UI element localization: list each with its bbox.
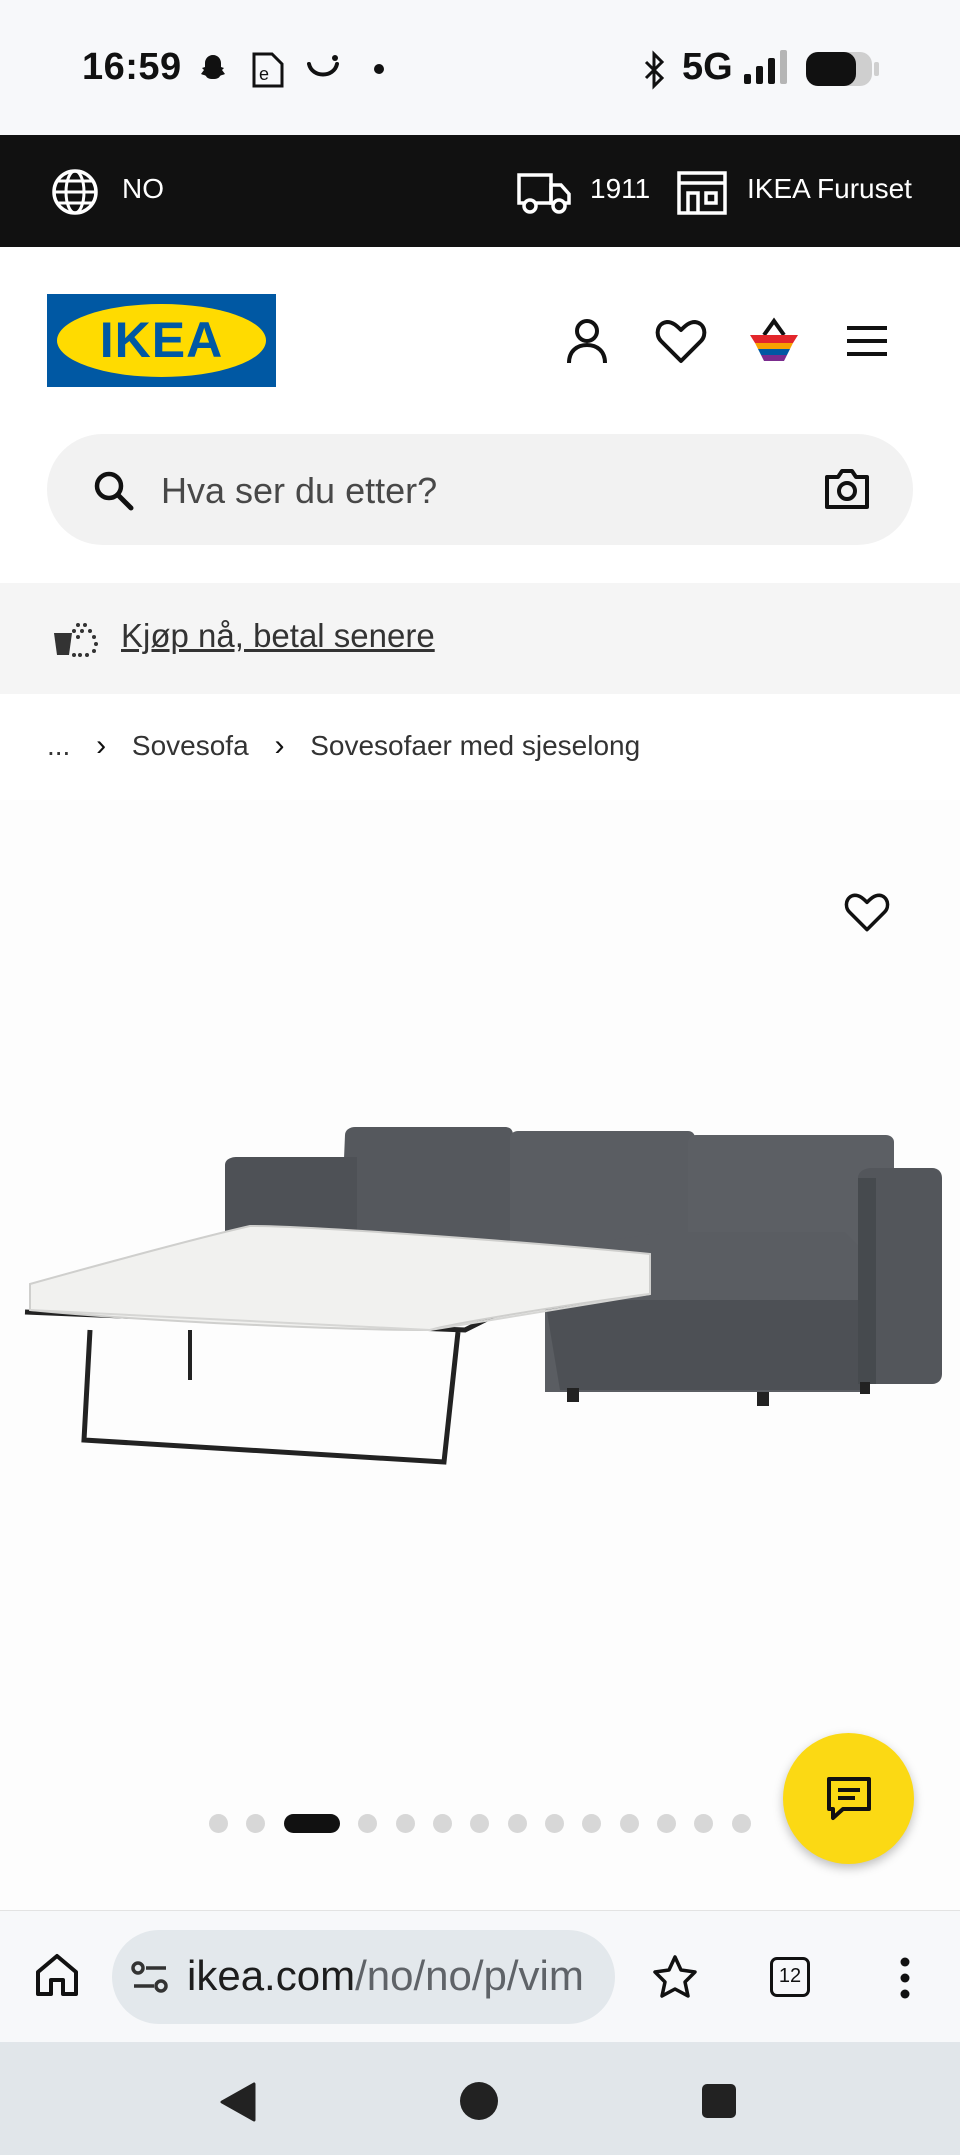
heart-icon[interactable]: [653, 313, 709, 369]
breadcrumb: ... › Sovesofa › Sovesofaer med sjeselon…: [47, 728, 640, 764]
breadcrumb-item-sovesofaer-med-sjeselong[interactable]: Sovesofaer med sjeselong: [310, 730, 640, 762]
more-options-icon[interactable]: [888, 1954, 922, 2002]
carousel-dot[interactable]: [209, 1814, 228, 1833]
carousel-dot[interactable]: [582, 1814, 601, 1833]
breadcrumb-item-sovesofa[interactable]: Sovesofa: [132, 730, 249, 762]
site-settings-icon[interactable]: [130, 1958, 170, 1996]
buy-now-pay-later-link[interactable]: Kjøp nå, betal senere: [121, 617, 435, 655]
url-host: ikea.com: [187, 1952, 356, 1999]
basket-payment-icon: [54, 623, 98, 657]
delivery-truck-icon[interactable]: [516, 167, 572, 217]
chevron-right-icon: ›: [96, 728, 107, 762]
svg-text:e: e: [259, 64, 269, 84]
android-nav-bar: [0, 2042, 960, 2155]
search-bar[interactable]: [47, 434, 913, 545]
search-icon[interactable]: [91, 468, 135, 512]
chevron-right-icon: ›: [274, 728, 285, 762]
chat-button[interactable]: [783, 1733, 914, 1864]
ikea-logo[interactable]: IKEA: [47, 294, 276, 387]
carousel-dot[interactable]: [657, 1814, 676, 1833]
camera-icon[interactable]: [823, 467, 871, 511]
status-time: 16:59: [82, 46, 182, 88]
url-path: /no/no/p/vim: [355, 1952, 584, 1999]
carousel-dot-active[interactable]: [284, 1814, 340, 1833]
carousel-dot[interactable]: [396, 1814, 415, 1833]
address-bar[interactable]: ikea.com/no/no/p/vim: [112, 1930, 615, 2024]
favorite-heart-icon[interactable]: [842, 890, 892, 934]
logo-text: IKEA: [99, 312, 224, 368]
home-nav-icon[interactable]: [458, 2080, 500, 2122]
country-selector[interactable]: NO: [122, 173, 164, 205]
tab-switcher-button[interactable]: 12: [770, 1957, 810, 1997]
delivery-postcode[interactable]: 1911: [590, 173, 650, 205]
store-name[interactable]: IKEA Furuset: [747, 173, 912, 205]
back-icon[interactable]: [218, 2080, 258, 2124]
carousel-dot[interactable]: [732, 1814, 751, 1833]
dot-icon: [374, 64, 384, 74]
carousel-dot[interactable]: [620, 1814, 639, 1833]
user-icon[interactable]: [559, 313, 615, 369]
network-type: 5G: [682, 46, 733, 88]
carousel-dot[interactable]: [358, 1814, 377, 1833]
basket-icon[interactable]: [746, 313, 802, 369]
sofa-bed-image: [24, 1127, 942, 1465]
smile-icon: [307, 55, 339, 77]
store-icon[interactable]: [676, 167, 728, 217]
status-bar: 16:59 e 5G: [0, 0, 960, 135]
url-text[interactable]: ikea.com/no/no/p/vim: [187, 1952, 584, 2000]
recents-icon[interactable]: [700, 2082, 738, 2120]
carousel-dot[interactable]: [433, 1814, 452, 1833]
bluetooth-icon: [644, 50, 665, 90]
carousel-dot[interactable]: [694, 1814, 713, 1833]
breadcrumb-ellipsis[interactable]: ...: [47, 730, 70, 762]
carousel-dot[interactable]: [508, 1814, 527, 1833]
search-input[interactable]: [159, 462, 823, 520]
chat-bubble-icon: [827, 1777, 871, 1820]
home-icon[interactable]: [32, 1950, 82, 2000]
promo-banner: Kjøp nå, betal senere: [0, 583, 960, 694]
esim-icon: e: [252, 52, 284, 88]
top-bar: NO 1911 IKEA Furuset: [0, 135, 960, 247]
carousel-dot[interactable]: [246, 1814, 265, 1833]
snapchat-icon: [201, 55, 225, 79]
bookmark-star-icon[interactable]: [650, 1952, 700, 2002]
carousel-dot[interactable]: [470, 1814, 489, 1833]
battery-icon: [806, 52, 879, 86]
signal-icon: [744, 50, 787, 84]
globe-icon[interactable]: [50, 167, 100, 217]
menu-icon[interactable]: [839, 313, 895, 369]
carousel-dot[interactable]: [545, 1814, 564, 1833]
